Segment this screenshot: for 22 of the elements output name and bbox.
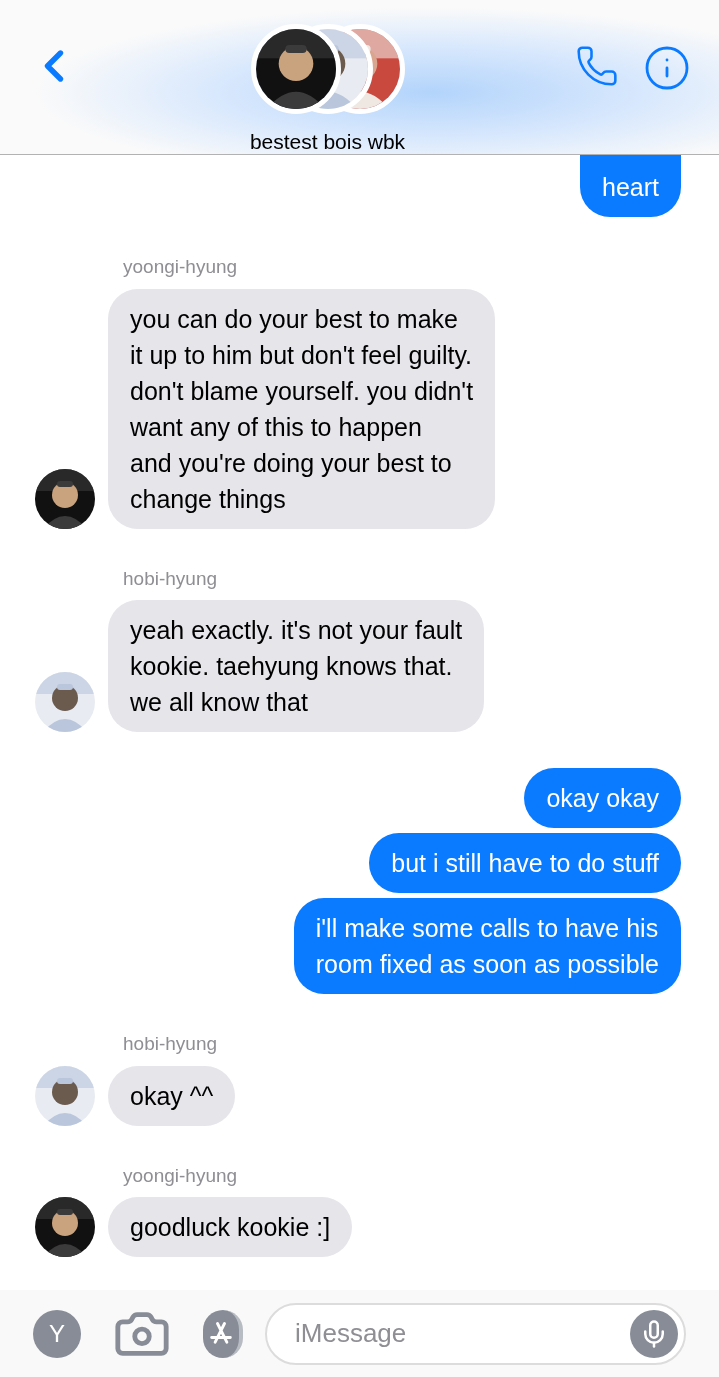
app-store-button[interactable] (203, 1309, 243, 1358)
microphone-icon[interactable] (630, 1309, 678, 1358)
avatar[interactable] (35, 1197, 95, 1257)
message-bubble: okay okay (524, 768, 681, 828)
message-bubble: yeah exactly. it's not your fault kookie. taehyung knows that. we all know that (108, 600, 485, 732)
phone-icon[interactable] (575, 44, 619, 88)
sender-name: yoongi-hyung (123, 255, 238, 279)
sender-name: hobi-hyung (123, 1032, 218, 1056)
conversation-title: bestest bois wbk (249, 129, 406, 155)
message-input[interactable]: iMessage (295, 1314, 630, 1353)
sender-name: hobi-hyung (123, 566, 218, 591)
sender-name: yoongi-hyung (123, 1163, 238, 1188)
message-bubble: okay ^^ (108, 1065, 236, 1126)
message-bubble: i'll make some calls to have his room fixed as soon as possible (293, 898, 681, 994)
message-bubble: heart (580, 155, 681, 217)
message-bubble: goodluck kookie :] (108, 1197, 353, 1257)
message-field[interactable]: iMessage (265, 1302, 686, 1365)
profile-button[interactable]: Y (33, 1309, 81, 1358)
info-icon[interactable] (643, 44, 691, 92)
message-bubble: you can do your best to make it up to him but don't feel guilty. don't blame yourself. you didn't want any of this to happen and you're doing your best to change things (108, 288, 496, 529)
message-bubble: but i still have to do stuff (369, 833, 681, 893)
group-avatar-drawing[interactable] (250, 24, 405, 114)
